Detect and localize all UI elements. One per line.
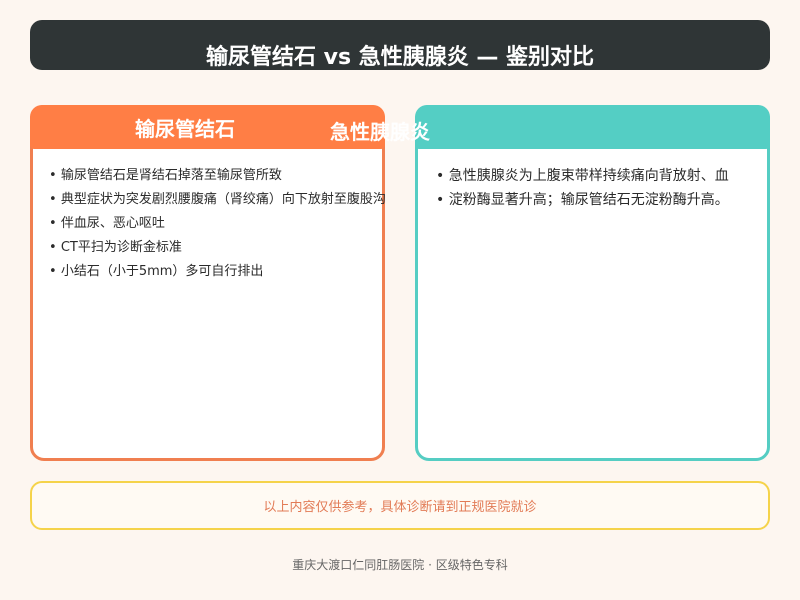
list-item: 小结石（小于5mm）多可自行排出	[49, 260, 386, 284]
list-item: 急性胰腺炎为上腹束带样持续痛向背放射、血	[436, 164, 771, 188]
list-item: 淀粉酶显著升高；输尿管结石无淀粉酶升高。	[436, 188, 771, 212]
page-title: 输尿管结石 vs 急性胰腺炎 — 鉴别对比	[205, 45, 595, 70]
list-item: 输尿管结石是肾结石掉落至输尿管所致	[49, 164, 386, 188]
ureteral-stone-card-title: 输尿管结石	[135, 117, 235, 141]
ureteral-stone-list: 输尿管结石是肾结石掉落至输尿管所致 典型症状为突发剧烈腰腹痛（肾绞痛）向下放射至…	[49, 164, 386, 284]
ureteral-stone-card: 输尿管结石 输尿管结石是肾结石掉落至输尿管所致 典型症状为突发剧烈腰腹痛（肾绞痛…	[30, 105, 386, 461]
pancreatitis-list: 急性胰腺炎为上腹束带样持续痛向背放射、血 淀粉酶显著升高；输尿管结石无淀粉酶升高…	[436, 164, 771, 212]
footer-text: 重庆大渡口仁同肛肠医院 · 区级特色专科	[292, 558, 508, 572]
list-item: CT平扫为诊断金标准	[49, 236, 386, 260]
pancreatitis-card-header	[415, 105, 770, 149]
list-item: 伴血尿、恶心呕吐	[49, 212, 386, 236]
pancreatitis-card: 急性胰腺炎为上腹束带样持续痛向背放射、血 淀粉酶显著升高；输尿管结石无淀粉酶升高…	[415, 105, 770, 461]
pancreatitis-card-title: 急性胰腺炎	[330, 120, 430, 144]
list-item: 典型症状为突发剧烈腰腹痛（肾绞痛）向下放射至腹股沟	[49, 188, 386, 212]
title-bar: 输尿管结石 vs 急性胰腺炎 — 鉴别对比	[30, 20, 770, 70]
disclaimer-box: 以上内容仅供参考，具体诊断请到正规医院就诊	[30, 481, 770, 530]
disclaimer-text: 以上内容仅供参考，具体诊断请到正规医院就诊	[263, 500, 537, 515]
